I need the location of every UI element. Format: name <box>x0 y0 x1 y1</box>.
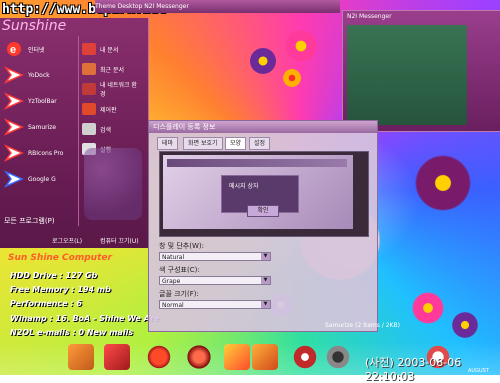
pinned-item-label: 인터넷 <box>28 46 45 54</box>
windows-buttons-label: 창 및 단추(W): <box>159 242 204 250</box>
logoff-button[interactable]: 로그오프(L) <box>52 236 82 245</box>
font-size-label: 글꼴 크기(F): <box>159 290 199 298</box>
pinned-item-yztoolbar[interactable]: YzToolBar <box>4 90 74 112</box>
flower-decoration <box>282 68 302 88</box>
menu-item-label: 제어판 <box>100 106 117 114</box>
dialog-titlebar[interactable]: 디스플레이 등록 정보 <box>149 121 377 133</box>
start-menu: Sunshine e 인터넷 YoDock YzToolBar Samurize… <box>0 18 149 248</box>
dock-monitor-icon[interactable] <box>104 344 130 370</box>
tab-screensaver[interactable]: 화면 보호기 <box>183 137 223 150</box>
arrow-app-icon <box>4 144 24 162</box>
system-info-memory: Free Memory : 194 mb <box>10 285 111 294</box>
pinned-item-label: YzToolBar <box>28 97 57 105</box>
menu-item-network[interactable]: 내 네트워크 환경 <box>82 80 142 98</box>
tab-appearance[interactable]: 모양 <box>225 137 247 150</box>
chevron-down-icon: ▼ <box>261 253 270 260</box>
dock-messenger-icon[interactable] <box>224 344 250 370</box>
arrow-app-icon <box>4 118 24 136</box>
dialog-title: 디스플레이 등록 정보 <box>153 123 216 131</box>
messenger-contact-list[interactable] <box>347 25 467 125</box>
windows-buttons-select[interactable]: Natural ▼ <box>159 252 271 261</box>
tab-themes[interactable]: 테마 <box>157 137 179 150</box>
menu-item-label: 내 네트워크 환경 <box>100 82 137 98</box>
dock-mail-icon[interactable] <box>252 344 278 370</box>
dock-media-icon[interactable] <box>186 344 212 370</box>
pinned-item-samurize[interactable]: Samurize <box>4 116 74 138</box>
folder-icon <box>82 43 96 55</box>
select-value: Normal <box>162 302 184 309</box>
preview-ok-button: 확인 <box>247 205 279 217</box>
menu-item-search[interactable]: 검색 <box>82 120 142 138</box>
system-info-hdd: HDD Drive : 127 Gb <box>10 271 98 280</box>
chevron-down-icon: ▼ <box>261 301 270 308</box>
messenger-window[interactable]: N2I Messenger <box>342 10 500 132</box>
flower-decoration <box>410 150 476 216</box>
select-value: Grape <box>162 278 181 285</box>
dock-radio-icon[interactable] <box>292 344 318 370</box>
system-info-email: N2OL e-mails : 0 New mails <box>10 328 134 337</box>
flower-decoration <box>450 310 480 340</box>
system-info-winamp: Winamp : 16. BoA - Shine We Are <box>10 314 160 323</box>
pinned-item-internet[interactable]: e 인터넷 <box>4 38 74 60</box>
all-programs-button[interactable]: 모든 프로그램(P) <box>4 216 55 226</box>
dock-ie-icon[interactable] <box>146 344 172 370</box>
start-menu-divider <box>78 36 79 226</box>
tab-settings[interactable]: 설정 <box>249 137 271 150</box>
recent-icon <box>82 63 96 75</box>
grape-decoration <box>84 148 142 220</box>
chevron-down-icon: ▼ <box>261 277 270 284</box>
shutdown-button[interactable]: 컴퓨터 끄기(U) <box>100 236 139 245</box>
samurize-status: Samurize (2 Items / 2KB) <box>325 322 400 329</box>
messenger-titlebar-text: Theme Desktop N2I Messenger <box>95 3 189 10</box>
pinned-item-yodock[interactable]: YoDock <box>4 64 74 86</box>
dock-disc-icon[interactable] <box>325 344 351 370</box>
network-icon <box>82 83 96 95</box>
arrow-app-icon <box>4 66 24 84</box>
flower-decoration <box>410 290 446 326</box>
menu-item-label: 검색 <box>100 126 112 134</box>
color-scheme-label: 색 구성표(C): <box>159 266 200 274</box>
pinned-item-google[interactable]: Google G <box>4 168 74 190</box>
dock-tools-icon[interactable] <box>68 344 94 370</box>
pinned-item-label: YoDock <box>28 71 50 79</box>
system-info-title: Sun Shine Computer <box>8 253 112 263</box>
arrow-app-icon <box>4 92 24 110</box>
ie-icon: e <box>7 42 21 56</box>
messenger-window-title: N2I Messenger <box>347 13 392 20</box>
pinned-item-label: Samurize <box>28 123 57 131</box>
display-properties-dialog: 디스플레이 등록 정보 테마 화면 보호기 모양 설정 메시지 상자 확인 창 … <box>148 120 378 332</box>
messenger-titlebar[interactable]: Theme Desktop N2I Messenger <box>95 0 340 13</box>
start-menu-title: Sunshine <box>2 18 67 34</box>
flower-decoration <box>248 46 278 76</box>
flower-decoration <box>283 28 319 64</box>
calendar-month: AUGUST <box>468 368 489 374</box>
pinned-item-label: Google G <box>28 175 56 183</box>
preview-message-text: 메시지 상자 <box>229 183 259 190</box>
color-scheme-select[interactable]: Grape ▼ <box>159 276 271 285</box>
menu-item-documents[interactable]: 내 문서 <box>82 40 142 58</box>
pinned-item-label: RBIcons Pro <box>28 149 64 157</box>
pinned-item-rbicons[interactable]: RBIcons Pro <box>4 142 74 164</box>
svg-text:e: e <box>10 44 16 56</box>
menu-item-label: 내 문서 <box>100 46 119 54</box>
search-icon <box>82 123 96 135</box>
system-info-performance: Performence : 6 <box>10 299 82 308</box>
arrow-app-icon <box>4 170 24 188</box>
preview-titlebar <box>167 159 347 167</box>
font-size-select[interactable]: Normal ▼ <box>159 300 271 309</box>
select-value: Natural <box>162 254 185 261</box>
menu-item-recent[interactable]: 최근 문서 <box>82 60 142 78</box>
menu-item-control-panel[interactable]: 제어판 <box>82 100 142 118</box>
menu-item-label: 최근 문서 <box>100 66 124 74</box>
control-panel-icon <box>82 103 96 115</box>
